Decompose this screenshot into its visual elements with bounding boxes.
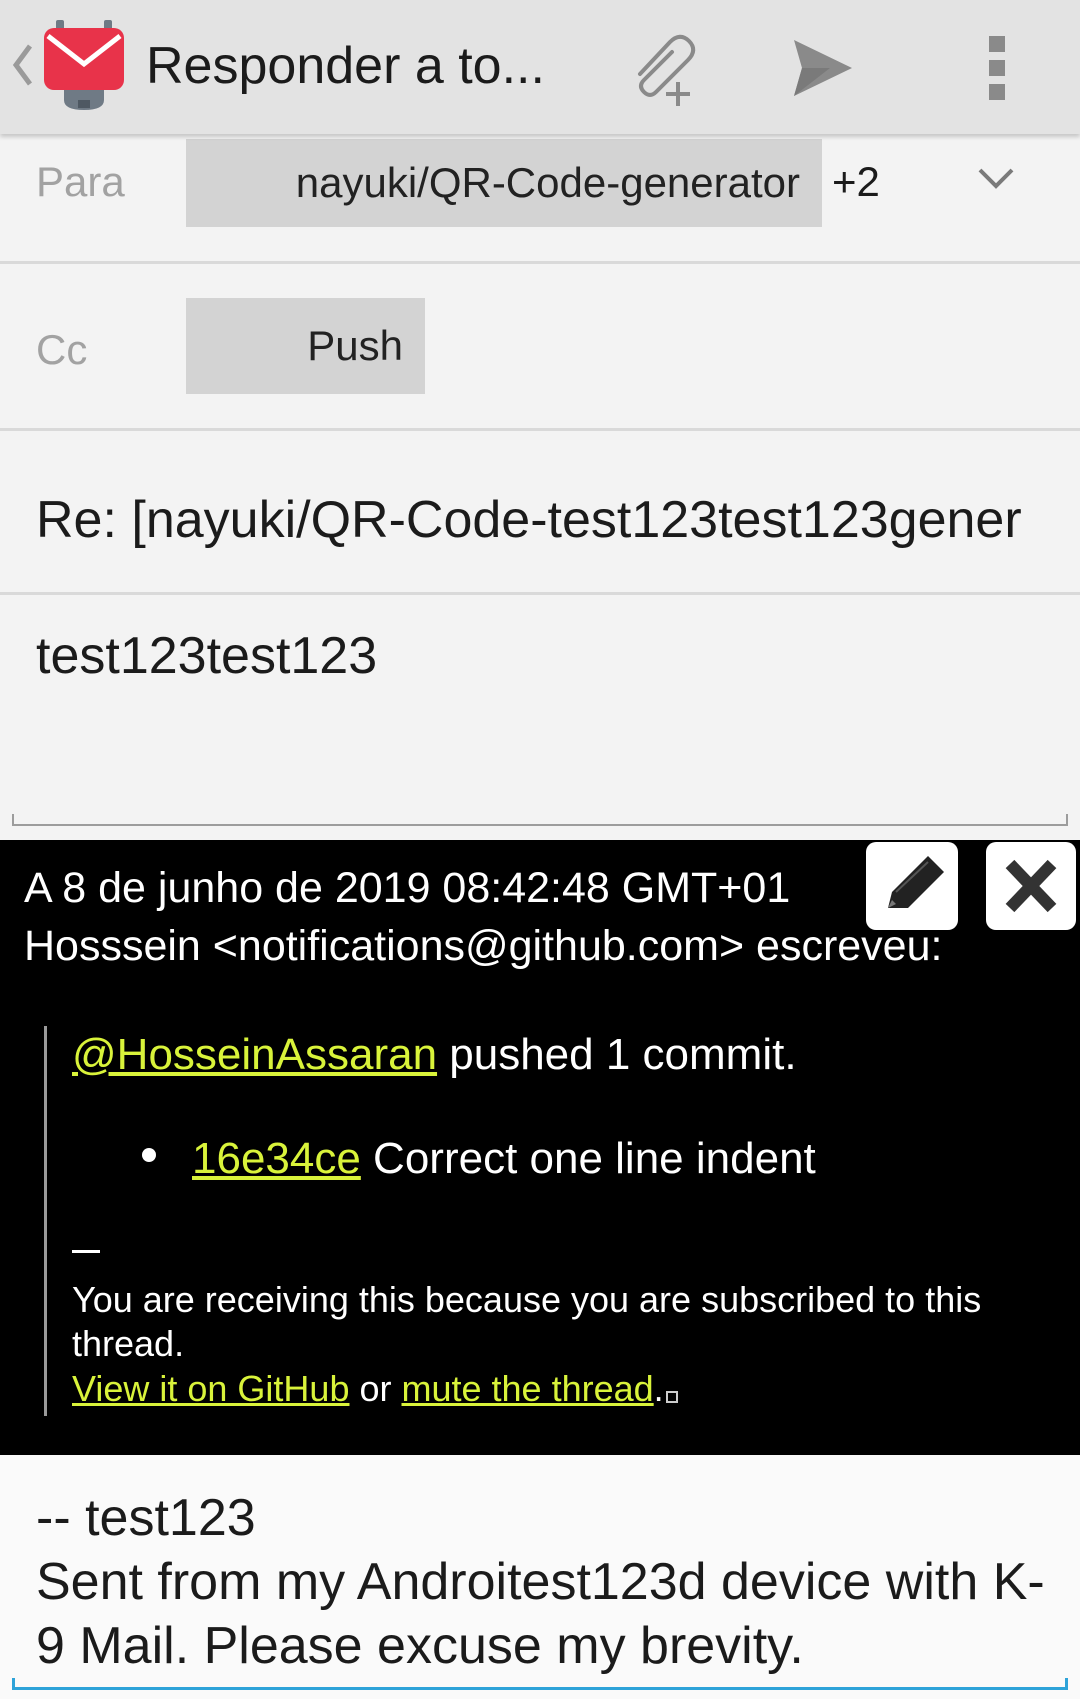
mention-link[interactable]: @HosseinAssaran [72, 1030, 437, 1079]
edit-quoted-pencil-icon[interactable] [866, 842, 958, 930]
signature-line-1: -- test123 [36, 1489, 256, 1547]
quote-header-sender: Hosssein <notifications@github.com> escr… [24, 922, 943, 970]
divider [0, 261, 1080, 264]
commit-item: 16e34ce Correct one line indent [192, 1134, 816, 1184]
pushed-text: pushed 1 commit. [437, 1030, 797, 1079]
mute-thread-link[interactable]: mute the thread [402, 1368, 654, 1409]
subject-field[interactable]: Re: [nayuki/QR-Code-test123test123gener [36, 490, 1046, 550]
quote-header-date: A 8 de junho de 2019 08:42:48 GMT+01 [24, 864, 791, 912]
commit-message: Correct one line indent [360, 1134, 816, 1183]
or-text: or [349, 1368, 402, 1409]
overflow-menu-icon[interactable] [982, 34, 1012, 102]
cc-label: Cc [36, 326, 88, 373]
bullet-icon [142, 1148, 156, 1162]
signature-field[interactable]: -- test123 Sent from my Androitest123d d… [36, 1486, 1046, 1678]
quoted-message: A 8 de junho de 2019 08:42:48 GMT+01 Hos… [0, 840, 1080, 1455]
chevron-down-icon[interactable] [976, 166, 1016, 190]
send-icon[interactable] [790, 36, 856, 100]
cc-recipient-chip[interactable]: Push [186, 298, 425, 394]
k9-mail-app-icon[interactable] [42, 20, 126, 112]
divider [0, 428, 1080, 431]
message-body-field[interactable]: test123test123 [36, 626, 377, 686]
signature-line-2: Sent from my Androitest123d device with … [36, 1553, 1045, 1675]
commit-hash-link[interactable]: 16e34ce [192, 1134, 361, 1183]
to-label: Para [36, 158, 125, 205]
separator-dash [72, 1250, 100, 1253]
delete-quoted-close-icon[interactable] [986, 842, 1076, 930]
subscription-notice: You are receiving this because you are s… [72, 1279, 982, 1364]
signature-focus-underline [12, 1678, 1068, 1690]
footer-links: View it on GitHub or mute the thread. [72, 1368, 678, 1410]
action-bar: Responder a to... [0, 0, 1080, 134]
attach-file-icon[interactable] [618, 24, 702, 108]
message-body-underline [12, 814, 1068, 826]
push-summary: @HosseinAssaran pushed 1 commit. [72, 1030, 797, 1080]
up-caret-icon[interactable] [10, 40, 36, 90]
period-text: . [653, 1368, 664, 1409]
more-recipients-count[interactable]: +2 [832, 158, 880, 206]
view-on-github-link[interactable]: View it on GitHub [72, 1368, 349, 1409]
quote-bar [44, 1026, 47, 1416]
to-recipient-chip[interactable]: nayuki/QR-Code-generator [186, 139, 822, 227]
screen-title: Responder a to... [146, 37, 545, 95]
tracking-pixel-icon [665, 1391, 678, 1403]
divider [0, 592, 1080, 595]
